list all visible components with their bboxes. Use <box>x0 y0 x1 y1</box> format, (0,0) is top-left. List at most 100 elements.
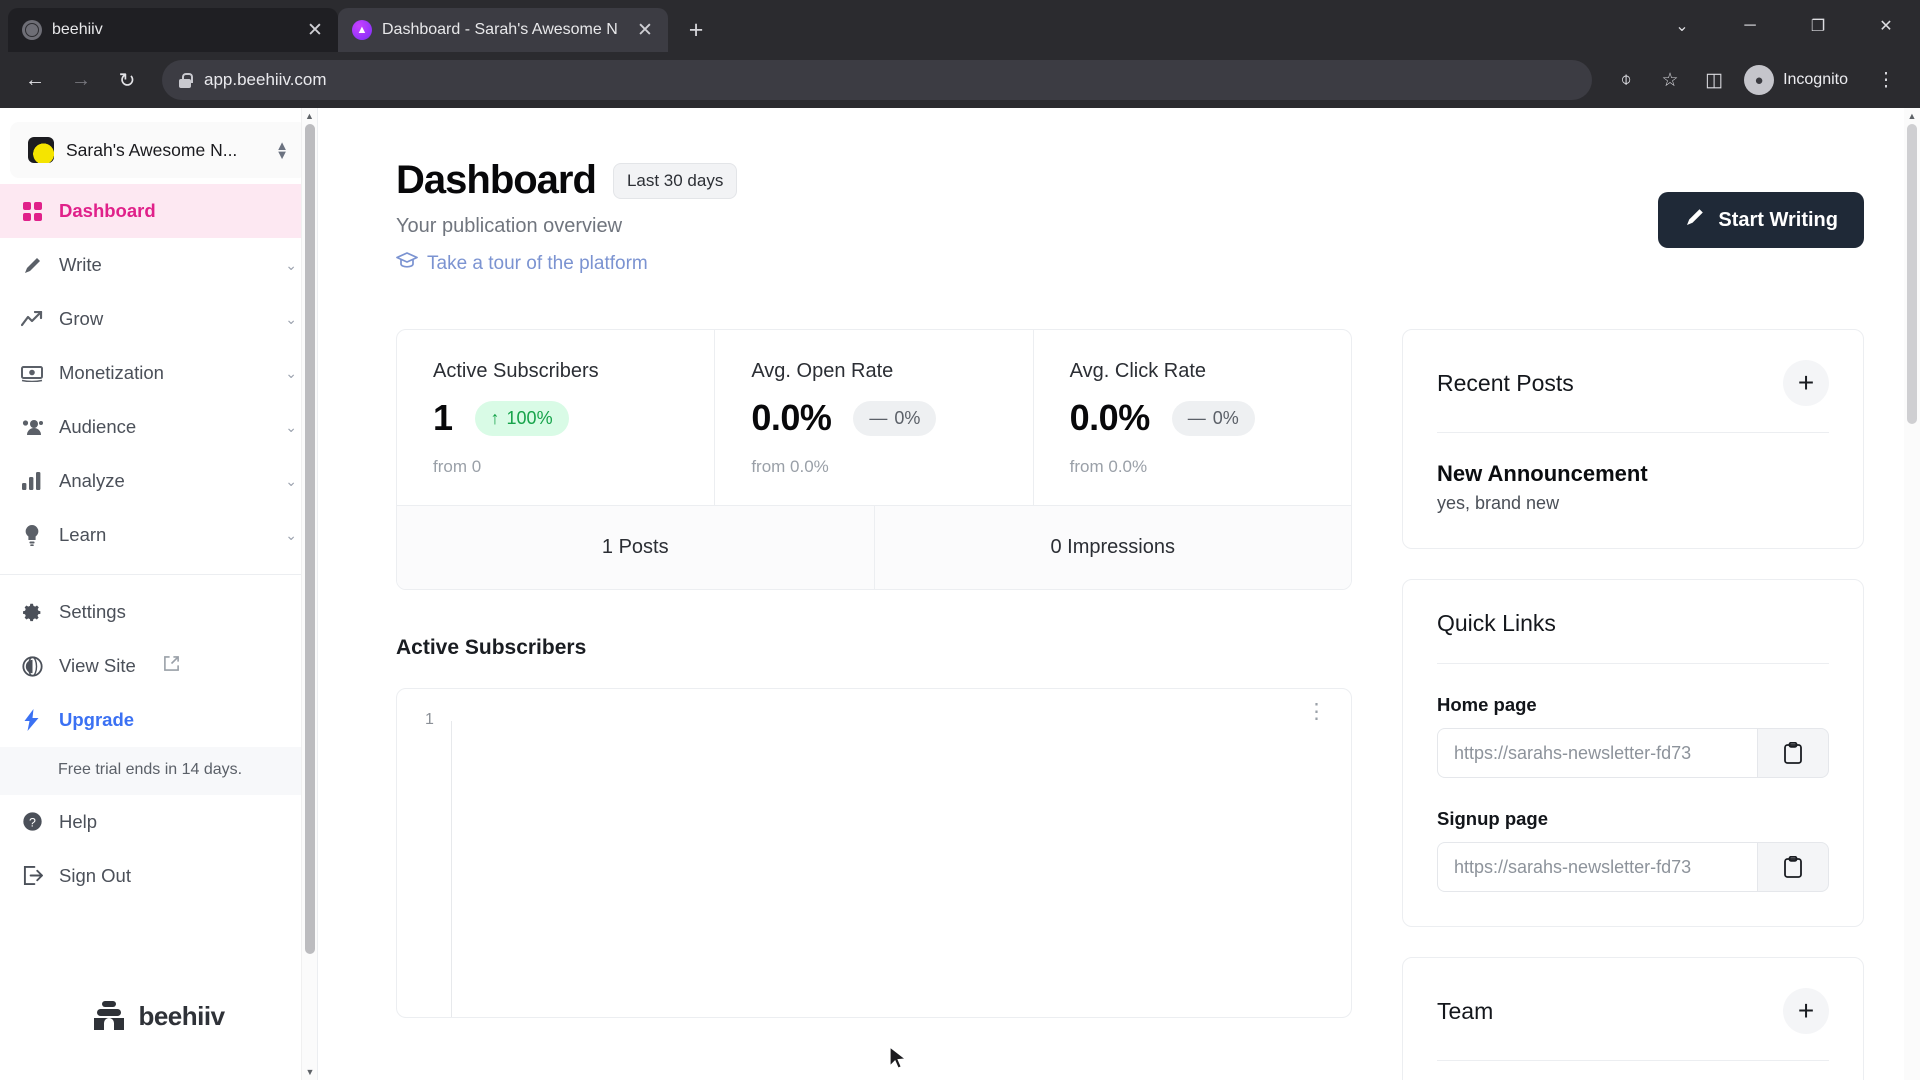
avatar: ● <box>1744 65 1775 95</box>
reload-icon[interactable]: ↻ <box>106 59 148 101</box>
external-link-icon <box>163 655 180 677</box>
panel-header: Quick Links <box>1437 610 1829 637</box>
sidebar-item-label: Settings <box>59 601 126 622</box>
back-icon[interactable]: ← <box>14 59 56 101</box>
copy-signup-page-button[interactable] <box>1757 842 1829 892</box>
recent-posts-panel: Recent Posts + New Announcement yes, bra… <box>1402 329 1864 549</box>
right-column: Recent Posts + New Announcement yes, bra… <box>1402 329 1864 1080</box>
sidebar-item-view-site[interactable]: View Site <box>0 639 317 693</box>
chevron-down-icon: ⌄ <box>285 256 297 273</box>
sidebar-item-dashboard[interactable]: Dashboard <box>0 184 317 238</box>
left-column: Active Subscribers 1 ↑ 100% from 0 Avg. … <box>396 329 1352 1080</box>
scrollbar-thumb[interactable] <box>305 124 315 954</box>
home-page-input[interactable]: https://sarahs-newsletter-fd73 <box>1437 728 1757 778</box>
main-content: Dashboard Last 30 days Your publication … <box>318 108 1920 1080</box>
trending-up-icon <box>20 311 44 327</box>
signup-page-input[interactable]: https://sarahs-newsletter-fd73 <box>1437 842 1757 892</box>
sidebar-item-help[interactable]: ? Help <box>0 795 317 849</box>
stat-delta: 0% <box>894 407 921 428</box>
dash-icon: — <box>869 407 888 428</box>
tab-strip: beehiiv ✕ ▲ Dashboard - Sarah's Awesome … <box>0 0 1920 52</box>
publication-switcher[interactable]: Sarah's Awesome N... ▲ ▼ <box>10 122 307 178</box>
title-line: Dashboard Last 30 days <box>396 158 738 203</box>
page-subtitle: Your publication overview <box>396 215 623 237</box>
take-tour-link[interactable]: Take a tour of the platform <box>396 252 737 275</box>
sidebar-item-grow[interactable]: Grow ⌄ <box>0 292 317 346</box>
browser-menu-icon[interactable]: ⋮ <box>1866 60 1906 100</box>
minimize-button[interactable]: ─ <box>1716 0 1784 52</box>
scrollbar-thumb[interactable] <box>1907 124 1917 424</box>
graduation-cap-icon <box>396 252 418 275</box>
page-title: Dashboard <box>396 158 597 202</box>
stat-delta: 0% <box>1212 407 1239 428</box>
no-tracking-icon[interactable]: ⌽ <box>1606 60 1646 100</box>
main-scrollbar[interactable]: ▲ <box>1904 108 1920 1080</box>
stat-avg-click-rate: Avg. Click Rate 0.0% — 0% from 0.0% <box>1034 330 1351 505</box>
lightbulb-icon <box>20 524 44 546</box>
close-window-button[interactable]: ✕ <box>1852 0 1920 52</box>
browser-toolbar: ← → ↻ app.beehiiv.com ⌽ ☆ ◫ ● Incognito … <box>0 52 1920 108</box>
stat-value-row: 1 ↑ 100% <box>433 397 714 439</box>
grid-icon <box>20 201 44 221</box>
sidebar-item-write[interactable]: Write ⌄ <box>0 238 317 292</box>
stat-from: from 0 <box>433 457 482 476</box>
sidebar-item-label: Grow <box>59 308 104 329</box>
chart-menu-icon[interactable]: ⋮ <box>1306 701 1327 722</box>
sidebar-item-upgrade[interactable]: Upgrade <box>0 693 317 747</box>
sidebar-item-monetization[interactable]: Monetization ⌄ <box>0 346 317 400</box>
globe-icon <box>22 20 42 40</box>
stat-from: from 0.0% <box>1069 457 1148 476</box>
chevron-down-icon: ⌄ <box>285 364 297 381</box>
close-icon[interactable]: ✕ <box>632 17 658 43</box>
sidebar-item-audience[interactable]: Audience ⌄ <box>0 400 317 454</box>
sidebar-item-learn[interactable]: Learn ⌄ <box>0 508 317 562</box>
list-item[interactable]: New Announcement yes, brand new <box>1437 461 1829 514</box>
stat-value: 0.0% <box>1069 397 1151 438</box>
browser-tab-1[interactable]: beehiiv ✕ <box>8 8 338 52</box>
impressions-count: 0 Impressions <box>1050 536 1176 558</box>
bookmark-star-icon[interactable]: ☆ <box>1650 60 1690 100</box>
scroll-up-icon[interactable]: ▲ <box>1904 108 1920 124</box>
side-panel-icon[interactable]: ◫ <box>1694 60 1734 100</box>
incognito-indicator[interactable]: ● Incognito <box>1738 60 1862 100</box>
divider <box>1437 663 1829 664</box>
panel-title: Team <box>1437 997 1494 1024</box>
maximize-button[interactable]: ❐ <box>1784 0 1852 52</box>
date-range-selector[interactable]: Last 30 days <box>612 162 738 199</box>
dash-icon: — <box>1187 407 1206 428</box>
browser-tab-2[interactable]: ▲ Dashboard - Sarah's Awesome N ✕ <box>338 8 668 52</box>
header-left: Dashboard Last 30 days Your publication … <box>396 158 738 275</box>
publication-name: Sarah's Awesome N... <box>66 139 238 160</box>
address-bar-url: app.beehiiv.com <box>204 70 327 89</box>
start-writing-button[interactable]: Start Writing <box>1658 192 1864 248</box>
tab-title: beehiiv <box>52 21 103 38</box>
address-bar[interactable]: app.beehiiv.com <box>162 60 1593 100</box>
publication-avatar <box>28 137 54 163</box>
users-icon <box>20 419 44 436</box>
close-icon[interactable]: ✕ <box>302 17 328 43</box>
scroll-up-icon[interactable]: ▲ <box>302 108 317 124</box>
sidebar-scrollbar[interactable]: ▲ ▼ <box>301 108 317 1080</box>
svg-text:?: ? <box>29 815 36 829</box>
stat-delta: 100% <box>506 407 553 428</box>
sidebar-item-label: Sign Out <box>59 864 131 886</box>
sidebar-item-sign-out[interactable]: Sign Out <box>0 849 317 903</box>
signup-page-label: Signup page <box>1437 808 1548 829</box>
stat-from: from 0.0% <box>751 457 829 476</box>
add-post-button[interactable]: + <box>1783 360 1829 406</box>
sidebar-item-analyze[interactable]: Analyze ⌄ <box>0 454 317 508</box>
home-page-row: https://sarahs-newsletter-fd73 <box>1437 728 1829 778</box>
chevron-down-icon: ⌄ <box>285 472 297 489</box>
status-badge: — 0% <box>1171 400 1255 436</box>
sidebar-item-settings[interactable]: Settings <box>0 585 317 639</box>
forward-icon[interactable]: → <box>60 59 102 101</box>
copy-home-page-button[interactable] <box>1757 728 1829 778</box>
tab-search-icon[interactable]: ⌄ <box>1648 0 1716 52</box>
panel-header: Recent Posts + <box>1437 360 1829 406</box>
stat-value: 1 <box>433 397 453 438</box>
clipboard-icon <box>1784 855 1802 878</box>
add-team-member-button[interactable]: + <box>1783 988 1829 1034</box>
scroll-down-icon[interactable]: ▼ <box>302 1064 318 1080</box>
new-tab-button[interactable]: + <box>678 12 714 48</box>
question-circle-icon: ? <box>20 811 44 832</box>
